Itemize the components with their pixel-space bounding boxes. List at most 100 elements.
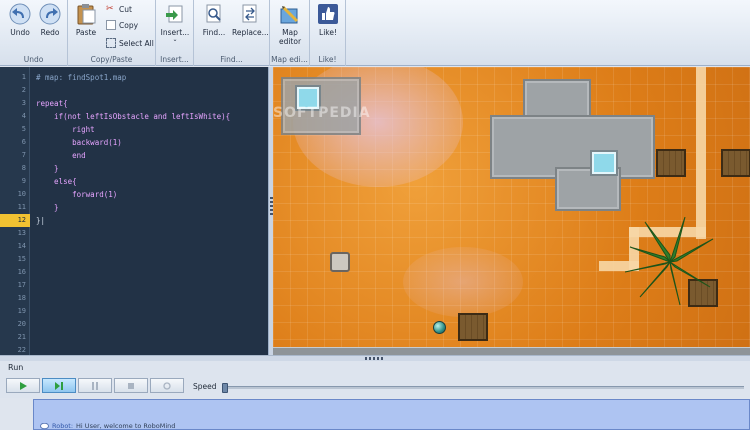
- softpedia-watermark: SOFTPEDIA: [273, 105, 371, 121]
- line-number: 21: [17, 333, 26, 341]
- copy-paste-group: Paste ✂ Cut Copy Select All Copy/Paste: [68, 0, 156, 66]
- paste-button[interactable]: Paste: [68, 2, 104, 46]
- insert-button[interactable]: Insert... ⌄: [157, 2, 193, 46]
- line-number: 22: [17, 346, 26, 354]
- select-all-button[interactable]: Select All: [106, 36, 154, 50]
- insert-group: Insert... ⌄ Insert...: [156, 0, 194, 66]
- line-number: 20: [17, 320, 26, 328]
- robot: [330, 252, 350, 272]
- stop-button[interactable]: [114, 378, 148, 393]
- line-number: 11: [17, 203, 26, 211]
- cut-button[interactable]: ✂ Cut: [106, 2, 132, 16]
- line-number: 5: [21, 125, 26, 133]
- replace-icon: [242, 4, 257, 23]
- pause-icon: [92, 381, 98, 390]
- line-number: 4: [21, 112, 26, 120]
- line-number: 16: [17, 268, 26, 276]
- like-button[interactable]: Like!: [310, 2, 346, 46]
- line-number: 18: [17, 294, 26, 302]
- message-row: Robot: Hi User, welcome to RoboMind: [40, 422, 175, 430]
- code-line[interactable]: }: [36, 201, 59, 214]
- map-editor-button[interactable]: Map editor: [272, 2, 308, 46]
- code-line[interactable]: backward(1): [36, 136, 122, 149]
- line-number: 1: [21, 73, 26, 81]
- line-number: 3: [21, 99, 26, 107]
- sand-path: [696, 67, 706, 239]
- line-number: 9: [21, 177, 26, 185]
- replace-button[interactable]: Replace...: [232, 2, 269, 46]
- chat-bubble-icon: [40, 422, 49, 429]
- undo-group: Undo Redo Undo: [0, 0, 68, 66]
- copy-button[interactable]: Copy: [106, 18, 138, 32]
- code-line[interactable]: right: [36, 123, 95, 136]
- line-number: 15: [17, 255, 26, 263]
- stop-icon: [128, 382, 134, 389]
- redo-icon: [39, 3, 61, 25]
- chevron-down-icon: ⌄: [172, 36, 178, 43]
- insert-icon: [166, 5, 183, 23]
- find-button[interactable]: Find...: [196, 2, 232, 46]
- grip-icon: [365, 357, 385, 360]
- line-number-gutter: 1234567891011121314151617181920212223: [0, 67, 30, 355]
- speed-slider[interactable]: [222, 383, 744, 393]
- play-icon: [20, 381, 27, 390]
- line-number: 2: [21, 86, 26, 94]
- code-editor[interactable]: 1234567891011121314151617181920212223 # …: [0, 67, 268, 355]
- code-line[interactable]: forward(1): [36, 188, 117, 201]
- speed-slider-thumb[interactable]: [222, 383, 228, 393]
- wooden-crate: [458, 313, 488, 341]
- code-line[interactable]: else{: [36, 175, 77, 188]
- code-line[interactable]: repeat{: [36, 97, 68, 110]
- redo-button[interactable]: Redo: [32, 2, 68, 46]
- line-number: 13: [17, 229, 26, 237]
- paste-icon: [77, 4, 96, 25]
- line-number: 8: [21, 164, 26, 172]
- message-text: Hi User, welcome to RoboMind: [76, 422, 176, 430]
- line-number: 6: [21, 138, 26, 146]
- group-label-insert: Insert...: [160, 55, 189, 64]
- reset-icon: [163, 381, 171, 390]
- undo-icon: [9, 3, 31, 25]
- group-label-copy-paste: Copy/Paste: [90, 55, 133, 64]
- map-border: [273, 347, 750, 355]
- like-group: Like! Like!: [310, 0, 346, 66]
- fog-cloud: [403, 247, 523, 317]
- palm-plant: [625, 217, 714, 306]
- reset-button[interactable]: [150, 378, 184, 393]
- map-view[interactable]: SOFTPEDIA: [273, 67, 750, 355]
- line-number: 17: [17, 281, 26, 289]
- code-line[interactable]: # map: findSpot1.map: [36, 71, 126, 84]
- group-label-undo: Undo: [23, 55, 44, 64]
- line-number: 10: [17, 190, 26, 198]
- play-button[interactable]: [6, 378, 40, 393]
- message-sender: Robot:: [52, 422, 74, 430]
- code-line[interactable]: if(not leftIsObstacle and leftIsWhite){: [36, 110, 230, 123]
- group-label-find: Find...: [220, 55, 243, 64]
- map-edit-group: Map editor Map edi...: [270, 0, 310, 66]
- find-group: Find... Replace... Find...: [194, 0, 270, 66]
- wooden-crate: [721, 149, 750, 177]
- run-controls: [6, 378, 184, 393]
- line-number: 19: [17, 307, 26, 315]
- step-button[interactable]: [42, 378, 76, 393]
- line-number: 12: [0, 214, 30, 227]
- run-panel: Run Speed: [0, 361, 750, 398]
- group-label-like: Like!: [318, 55, 337, 64]
- copy-icon: [106, 20, 116, 30]
- beacon-orb: [433, 321, 446, 334]
- find-icon: [206, 4, 221, 23]
- ribbon-toolbar: Undo Redo Undo Paste ✂ Cut Copy Select A…: [0, 0, 750, 66]
- code-line[interactable]: end: [36, 149, 86, 162]
- map-editor-icon: [280, 5, 299, 24]
- message-panel: Robot: Hi User, welcome to RoboMind: [33, 399, 750, 430]
- wooden-crate: [656, 149, 686, 177]
- group-label-map-edit: Map edi...: [271, 55, 308, 64]
- white-spot: [592, 152, 616, 174]
- code-line[interactable]: }: [36, 162, 59, 175]
- speed-label: Speed: [193, 382, 217, 391]
- scissors-icon: ✂: [106, 4, 114, 14]
- pause-button[interactable]: [78, 378, 112, 393]
- thumbs-up-icon: [318, 4, 338, 24]
- code-line[interactable]: }|: [36, 214, 45, 227]
- select-all-icon: [106, 38, 116, 48]
